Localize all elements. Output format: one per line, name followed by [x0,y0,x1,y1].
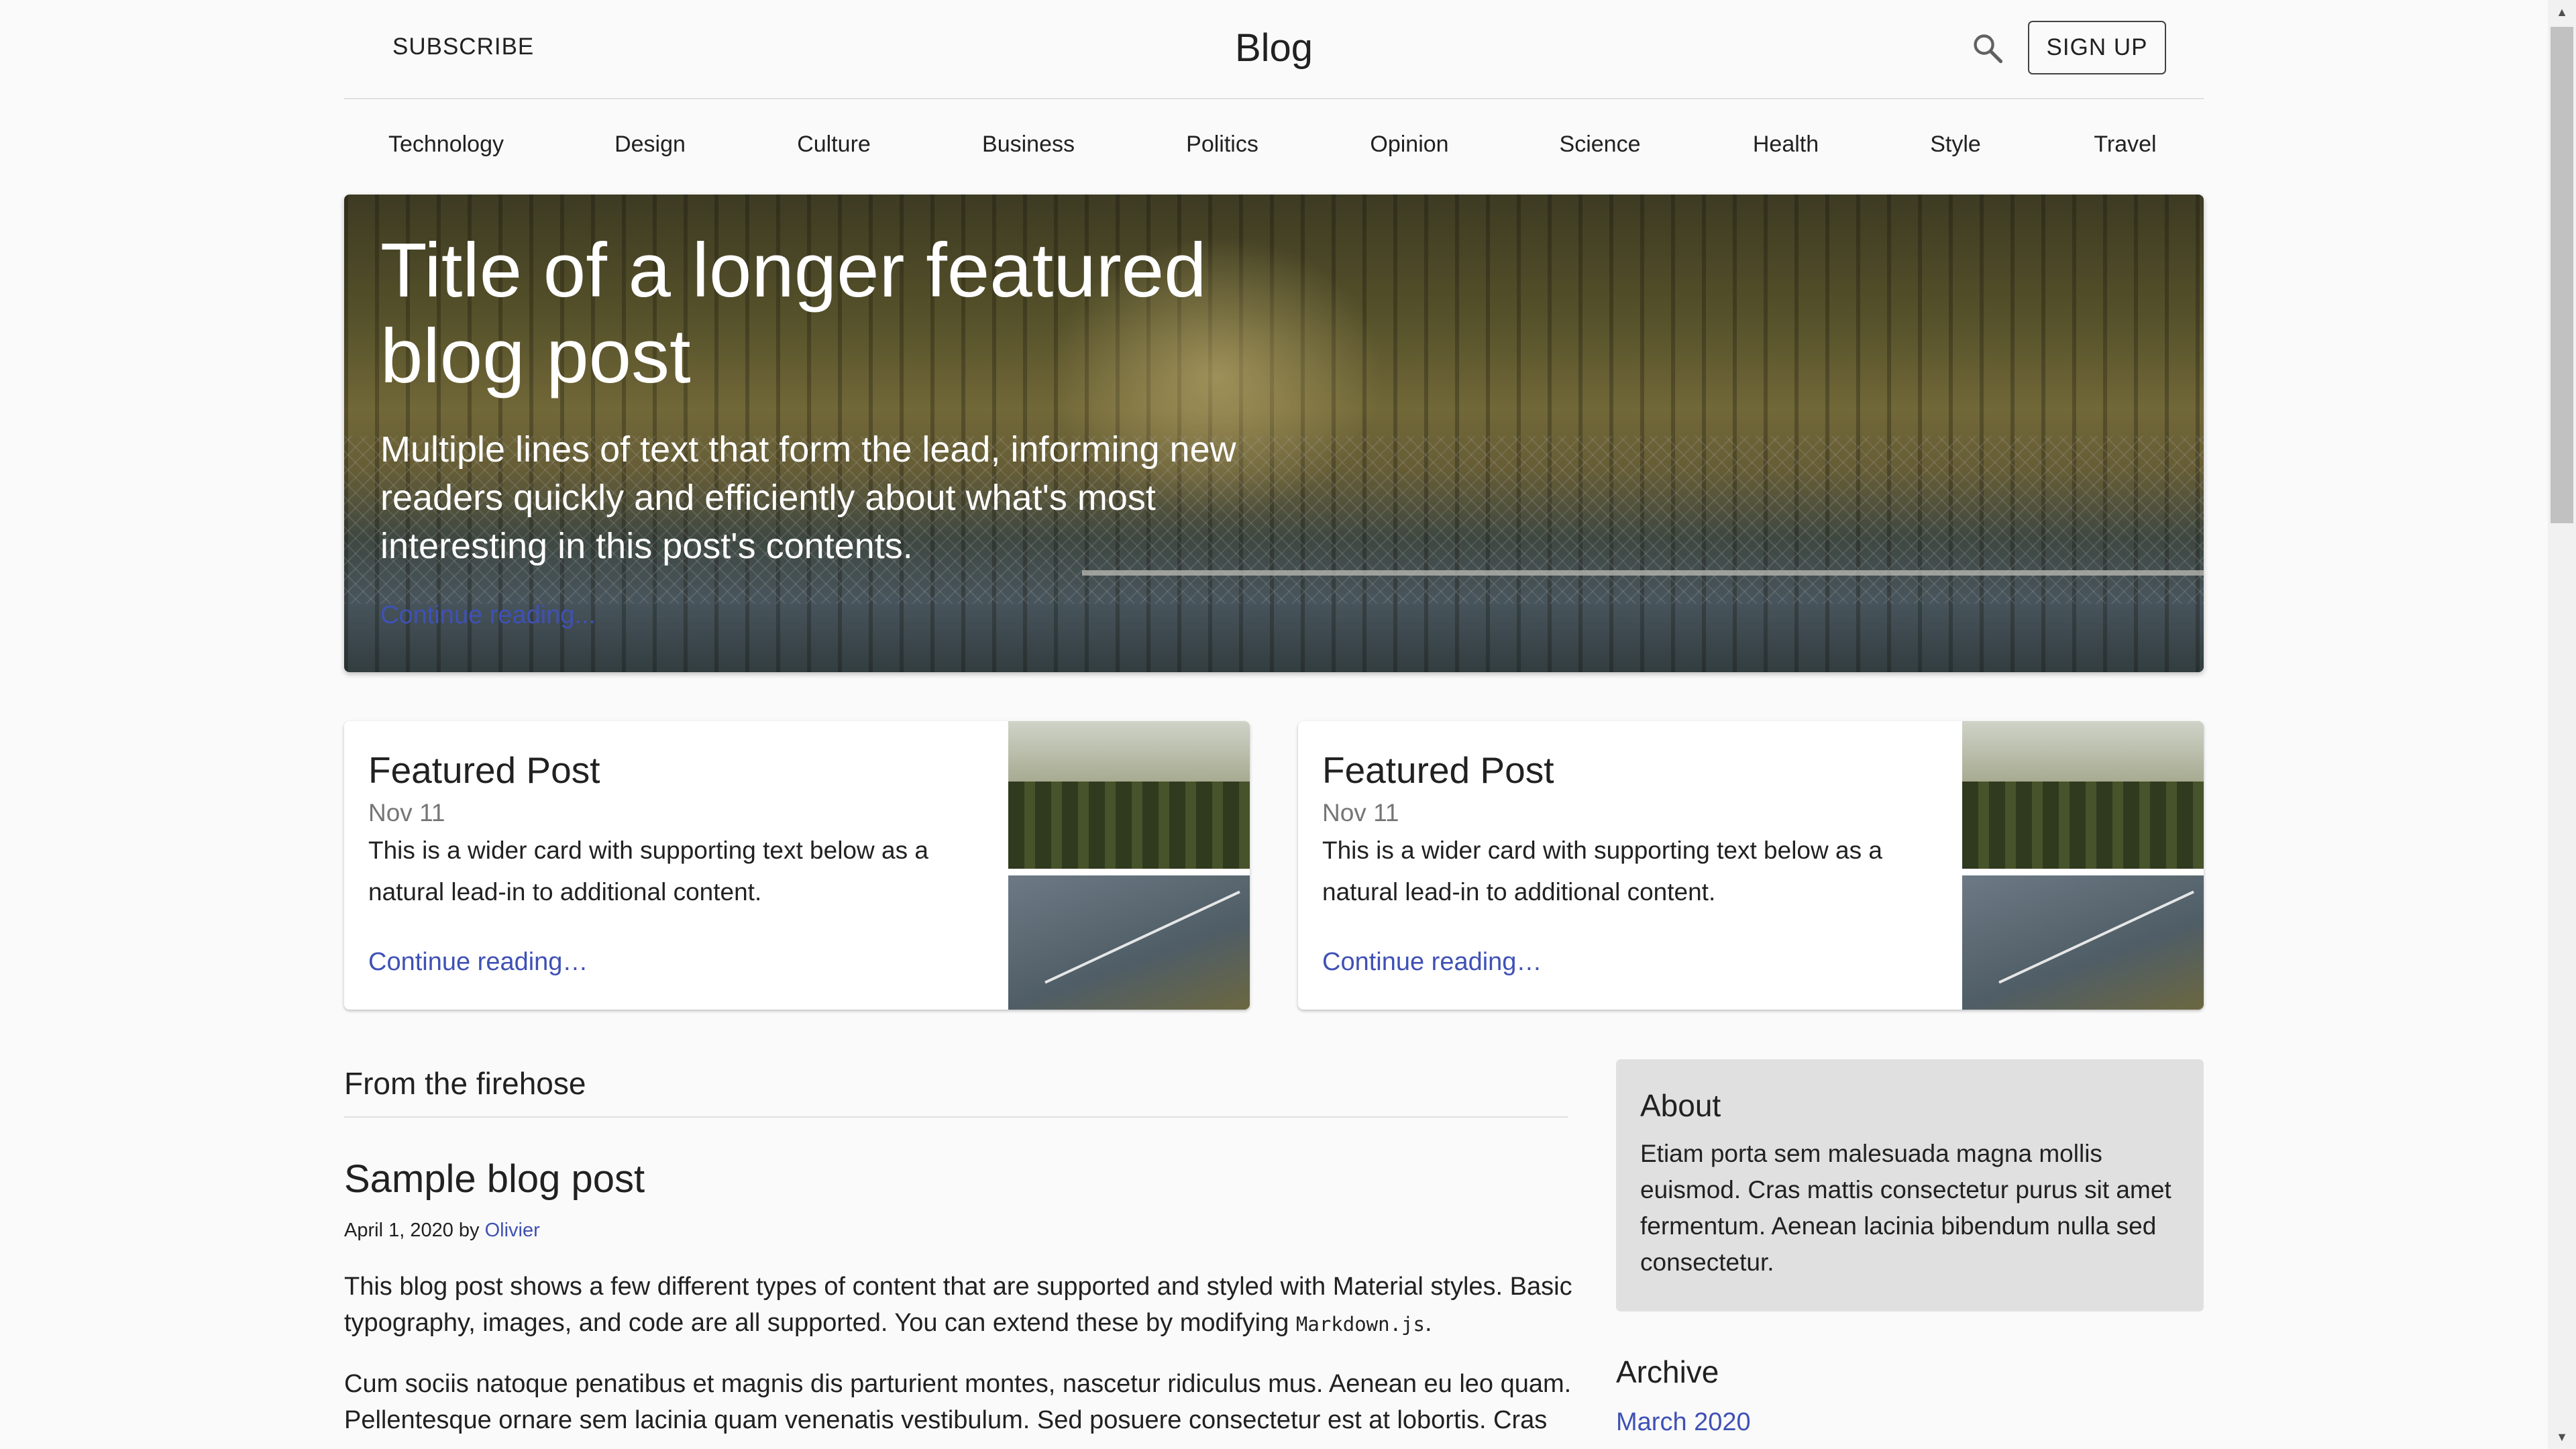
featured-card-link[interactable]: Continue reading… [1322,948,1542,977]
category-nav: Technology Design Culture Business Polit… [344,98,2204,193]
nav-item-health[interactable]: Health [1753,131,1819,158]
post-author-link[interactable]: Olivier [485,1220,540,1241]
code-snippet: Markdown.js [1295,1313,1425,1336]
blog-title: Blog [1234,26,1313,70]
nav-item-business[interactable]: Business [982,131,1075,158]
scrollbar-thumb[interactable] [2551,27,2573,523]
featured-card[interactable]: Featured Post Nov 11 This is a wider car… [1298,721,2204,1010]
nav-item-style[interactable]: Style [1930,131,1981,158]
nav-item-design[interactable]: Design [614,131,686,158]
post-paragraph: This blog post shows a few different typ… [344,1269,1578,1342]
nav-item-culture[interactable]: Culture [797,131,871,158]
post-date: April 1, 2020 by [344,1220,485,1241]
hero-continue-link[interactable]: Continue reading... [380,601,596,630]
post-paragraph-end: . [1424,1309,1432,1337]
featured-card-link[interactable]: Continue reading… [368,948,588,977]
featured-card-title: Featured Post [1322,749,1554,791]
nav-item-opinion[interactable]: Opinion [1370,131,1448,158]
featured-card-content: Featured Post Nov 11 This is a wider car… [1322,747,1939,913]
featured-card-description: This is a wider card with supporting tex… [1322,837,1882,906]
sign-up-button[interactable]: SIGN UP [2028,21,2166,74]
nav-item-science[interactable]: Science [1560,131,1641,158]
scroll-up-icon[interactable]: ▲ [2548,0,2576,24]
featured-card-date: Nov 11 [1322,799,1399,826]
featured-card-image [1008,721,1250,1010]
featured-card-description: This is a wider card with supporting tex… [368,837,928,906]
nav-item-politics[interactable]: Politics [1186,131,1258,158]
featured-card-image [1962,721,2204,1010]
hero-lead: Multiple lines of text that form the lea… [380,429,1236,566]
featured-card[interactable]: Featured Post Nov 11 This is a wider car… [344,721,1250,1010]
nav-item-travel[interactable]: Travel [2094,131,2156,158]
post-title: Sample blog post [344,1157,645,1201]
section-title: From the firehose [344,1066,586,1101]
scroll-down-icon[interactable]: ▼ [2548,1425,2576,1449]
header: SUBSCRIBE Blog SIGN UP [344,0,2204,99]
about-title: About [1640,1088,1721,1123]
about-text: Etiam porta sem malesuada magna mollis e… [1640,1140,2171,1276]
archive-link[interactable]: March 2020 [1616,1408,1751,1437]
archive-title: Archive [1616,1354,1719,1389]
featured-card-date: Nov 11 [368,799,445,826]
post-meta: April 1, 2020 by Olivier [344,1220,540,1242]
featured-card-title: Featured Post [368,749,600,791]
hero-title: Title of a longer featured blog post [380,228,1207,399]
scrollbar[interactable]: ▲ ▼ [2548,0,2576,1449]
search-icon[interactable] [1970,31,2005,66]
hero-banner: Title of a longer featured blog post Mul… [344,195,2204,672]
about-box: About Etiam porta sem malesuada magna mo… [1616,1059,2204,1311]
post-paragraph: Cum sociis natoque penatibus et magnis d… [344,1370,1572,1434]
nav-item-technology[interactable]: Technology [388,131,504,158]
page: SUBSCRIBE Blog SIGN UP Technology Design… [0,0,2548,1449]
featured-card-content: Featured Post Nov 11 This is a wider car… [368,747,985,913]
divider [344,1116,1568,1118]
